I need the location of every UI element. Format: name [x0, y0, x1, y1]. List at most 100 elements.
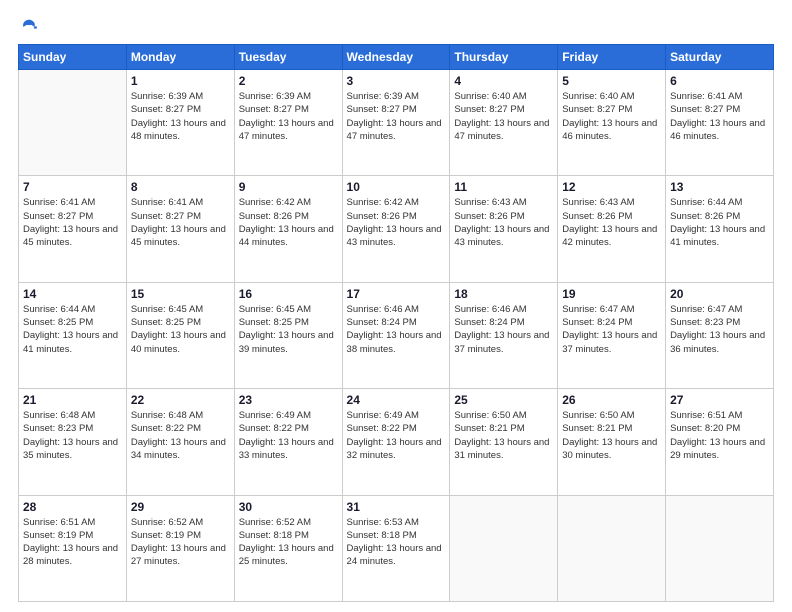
calendar-cell: 22 Sunrise: 6:48 AM Sunset: 8:22 PM Dayli… [126, 389, 234, 495]
day-number: 29 [131, 500, 230, 514]
calendar-cell: 1Sunrise: 6:39 AM Sunset: 8:27 PM Daylig… [126, 70, 234, 176]
calendar-cell [19, 70, 127, 176]
calendar-cell: 5 Sunrise: 6:40 AM Sunset: 8:27 PM Daylig… [558, 70, 666, 176]
day-info: Sunrise: 6:39 AM Sunset: 8:27 PM Dayligh… [131, 90, 230, 143]
calendar-cell: 21Sunrise: 6:48 AM Sunset: 8:23 PM Dayli… [19, 389, 127, 495]
day-number: 23 [239, 393, 338, 407]
calendar-cell: 19 Sunrise: 6:47 AM Sunset: 8:24 PM Dayli… [558, 282, 666, 388]
week-row-5: 28 Sunrise: 6:51 AM Sunset: 8:19 PM Dayli… [19, 495, 774, 601]
day-info: Sunrise: 6:42 AM Sunset: 8:26 PM Dayligh… [347, 196, 446, 249]
day-number: 17 [347, 287, 446, 301]
day-number: 18 [454, 287, 553, 301]
day-info: Sunrise: 6:39 AM Sunset: 8:27 PM Dayligh… [347, 90, 446, 143]
calendar-cell: 23 Sunrise: 6:49 AM Sunset: 8:22 PM Dayli… [234, 389, 342, 495]
calendar-cell: 4Sunrise: 6:40 AM Sunset: 8:27 PM Daylig… [450, 70, 558, 176]
day-number: 12 [562, 180, 661, 194]
day-number: 19 [562, 287, 661, 301]
day-info: Sunrise: 6:50 AM Sunset: 8:21 PM Dayligh… [562, 409, 661, 462]
day-info: Sunrise: 6:52 AM Sunset: 8:18 PM Dayligh… [239, 516, 338, 569]
day-number: 8 [131, 180, 230, 194]
weekday-header-saturday: Saturday [666, 45, 774, 70]
calendar-cell: 30 Sunrise: 6:52 AM Sunset: 8:18 PM Dayli… [234, 495, 342, 601]
week-row-4: 21Sunrise: 6:48 AM Sunset: 8:23 PM Dayli… [19, 389, 774, 495]
day-info: Sunrise: 6:44 AM Sunset: 8:26 PM Dayligh… [670, 196, 769, 249]
calendar-cell: 13 Sunrise: 6:44 AM Sunset: 8:26 PM Dayli… [666, 176, 774, 282]
weekday-header-monday: Monday [126, 45, 234, 70]
weekday-header-friday: Friday [558, 45, 666, 70]
day-info: Sunrise: 6:43 AM Sunset: 8:26 PM Dayligh… [562, 196, 661, 249]
weekday-header-row: SundayMondayTuesdayWednesdayThursdayFrid… [19, 45, 774, 70]
day-info: Sunrise: 6:51 AM Sunset: 8:19 PM Dayligh… [23, 516, 122, 569]
day-info: Sunrise: 6:49 AM Sunset: 8:22 PM Dayligh… [347, 409, 446, 462]
day-number: 30 [239, 500, 338, 514]
day-info: Sunrise: 6:42 AM Sunset: 8:26 PM Dayligh… [239, 196, 338, 249]
day-info: Sunrise: 6:40 AM Sunset: 8:27 PM Dayligh… [562, 90, 661, 143]
day-info: Sunrise: 6:52 AM Sunset: 8:19 PM Dayligh… [131, 516, 230, 569]
day-info: Sunrise: 6:49 AM Sunset: 8:22 PM Dayligh… [239, 409, 338, 462]
calendar-cell: 16Sunrise: 6:45 AM Sunset: 8:25 PM Dayli… [234, 282, 342, 388]
calendar-cell: 17 Sunrise: 6:46 AM Sunset: 8:24 PM Dayli… [342, 282, 450, 388]
day-number: 11 [454, 180, 553, 194]
day-number: 3 [347, 74, 446, 88]
calendar-cell: 9Sunrise: 6:42 AM Sunset: 8:26 PM Daylig… [234, 176, 342, 282]
logo-bird-icon [20, 18, 38, 36]
day-info: Sunrise: 6:46 AM Sunset: 8:24 PM Dayligh… [347, 303, 446, 356]
day-info: Sunrise: 6:45 AM Sunset: 8:25 PM Dayligh… [131, 303, 230, 356]
day-number: 31 [347, 500, 446, 514]
day-number: 24 [347, 393, 446, 407]
day-info: Sunrise: 6:48 AM Sunset: 8:23 PM Dayligh… [23, 409, 122, 462]
calendar-cell [558, 495, 666, 601]
calendar-cell: 20 Sunrise: 6:47 AM Sunset: 8:23 PM Dayli… [666, 282, 774, 388]
day-info: Sunrise: 6:45 AM Sunset: 8:25 PM Dayligh… [239, 303, 338, 356]
day-number: 27 [670, 393, 769, 407]
day-info: Sunrise: 6:46 AM Sunset: 8:24 PM Dayligh… [454, 303, 553, 356]
day-number: 15 [131, 287, 230, 301]
day-number: 25 [454, 393, 553, 407]
calendar-cell: 3 Sunrise: 6:39 AM Sunset: 8:27 PM Daylig… [342, 70, 450, 176]
day-number: 26 [562, 393, 661, 407]
day-info: Sunrise: 6:41 AM Sunset: 8:27 PM Dayligh… [23, 196, 122, 249]
calendar-cell: 29 Sunrise: 6:52 AM Sunset: 8:19 PM Dayli… [126, 495, 234, 601]
calendar-cell: 26 Sunrise: 6:50 AM Sunset: 8:21 PM Dayli… [558, 389, 666, 495]
week-row-1: 1Sunrise: 6:39 AM Sunset: 8:27 PM Daylig… [19, 70, 774, 176]
calendar-cell: 2Sunrise: 6:39 AM Sunset: 8:27 PM Daylig… [234, 70, 342, 176]
day-number: 22 [131, 393, 230, 407]
calendar-cell: 12 Sunrise: 6:43 AM Sunset: 8:26 PM Dayli… [558, 176, 666, 282]
weekday-header-wednesday: Wednesday [342, 45, 450, 70]
week-row-3: 14 Sunrise: 6:44 AM Sunset: 8:25 PM Dayli… [19, 282, 774, 388]
calendar-cell [666, 495, 774, 601]
calendar-cell: 28 Sunrise: 6:51 AM Sunset: 8:19 PM Dayli… [19, 495, 127, 601]
calendar-cell: 24 Sunrise: 6:49 AM Sunset: 8:22 PM Dayli… [342, 389, 450, 495]
day-number: 13 [670, 180, 769, 194]
calendar-cell: 10 Sunrise: 6:42 AM Sunset: 8:26 PM Dayli… [342, 176, 450, 282]
logo [18, 18, 38, 36]
calendar-table: SundayMondayTuesdayWednesdayThursdayFrid… [18, 44, 774, 602]
calendar-cell: 7Sunrise: 6:41 AM Sunset: 8:27 PM Daylig… [19, 176, 127, 282]
calendar-cell: 18 Sunrise: 6:46 AM Sunset: 8:24 PM Dayli… [450, 282, 558, 388]
day-info: Sunrise: 6:43 AM Sunset: 8:26 PM Dayligh… [454, 196, 553, 249]
weekday-header-tuesday: Tuesday [234, 45, 342, 70]
day-info: Sunrise: 6:48 AM Sunset: 8:22 PM Dayligh… [131, 409, 230, 462]
day-number: 5 [562, 74, 661, 88]
day-number: 10 [347, 180, 446, 194]
calendar-cell: 11 Sunrise: 6:43 AM Sunset: 8:26 PM Dayli… [450, 176, 558, 282]
day-number: 28 [23, 500, 122, 514]
calendar-cell: 15 Sunrise: 6:45 AM Sunset: 8:25 PM Dayli… [126, 282, 234, 388]
day-number: 20 [670, 287, 769, 301]
calendar-cell: 6 Sunrise: 6:41 AM Sunset: 8:27 PM Daylig… [666, 70, 774, 176]
week-row-2: 7Sunrise: 6:41 AM Sunset: 8:27 PM Daylig… [19, 176, 774, 282]
header [18, 18, 774, 36]
day-number: 6 [670, 74, 769, 88]
day-info: Sunrise: 6:50 AM Sunset: 8:21 PM Dayligh… [454, 409, 553, 462]
day-info: Sunrise: 6:39 AM Sunset: 8:27 PM Dayligh… [239, 90, 338, 143]
calendar-cell: 31Sunrise: 6:53 AM Sunset: 8:18 PM Dayli… [342, 495, 450, 601]
day-info: Sunrise: 6:47 AM Sunset: 8:23 PM Dayligh… [670, 303, 769, 356]
day-info: Sunrise: 6:44 AM Sunset: 8:25 PM Dayligh… [23, 303, 122, 356]
weekday-header-thursday: Thursday [450, 45, 558, 70]
weekday-header-sunday: Sunday [19, 45, 127, 70]
day-info: Sunrise: 6:47 AM Sunset: 8:24 PM Dayligh… [562, 303, 661, 356]
calendar-cell: 14 Sunrise: 6:44 AM Sunset: 8:25 PM Dayli… [19, 282, 127, 388]
day-info: Sunrise: 6:41 AM Sunset: 8:27 PM Dayligh… [670, 90, 769, 143]
day-number: 14 [23, 287, 122, 301]
calendar-cell: 25 Sunrise: 6:50 AM Sunset: 8:21 PM Dayli… [450, 389, 558, 495]
